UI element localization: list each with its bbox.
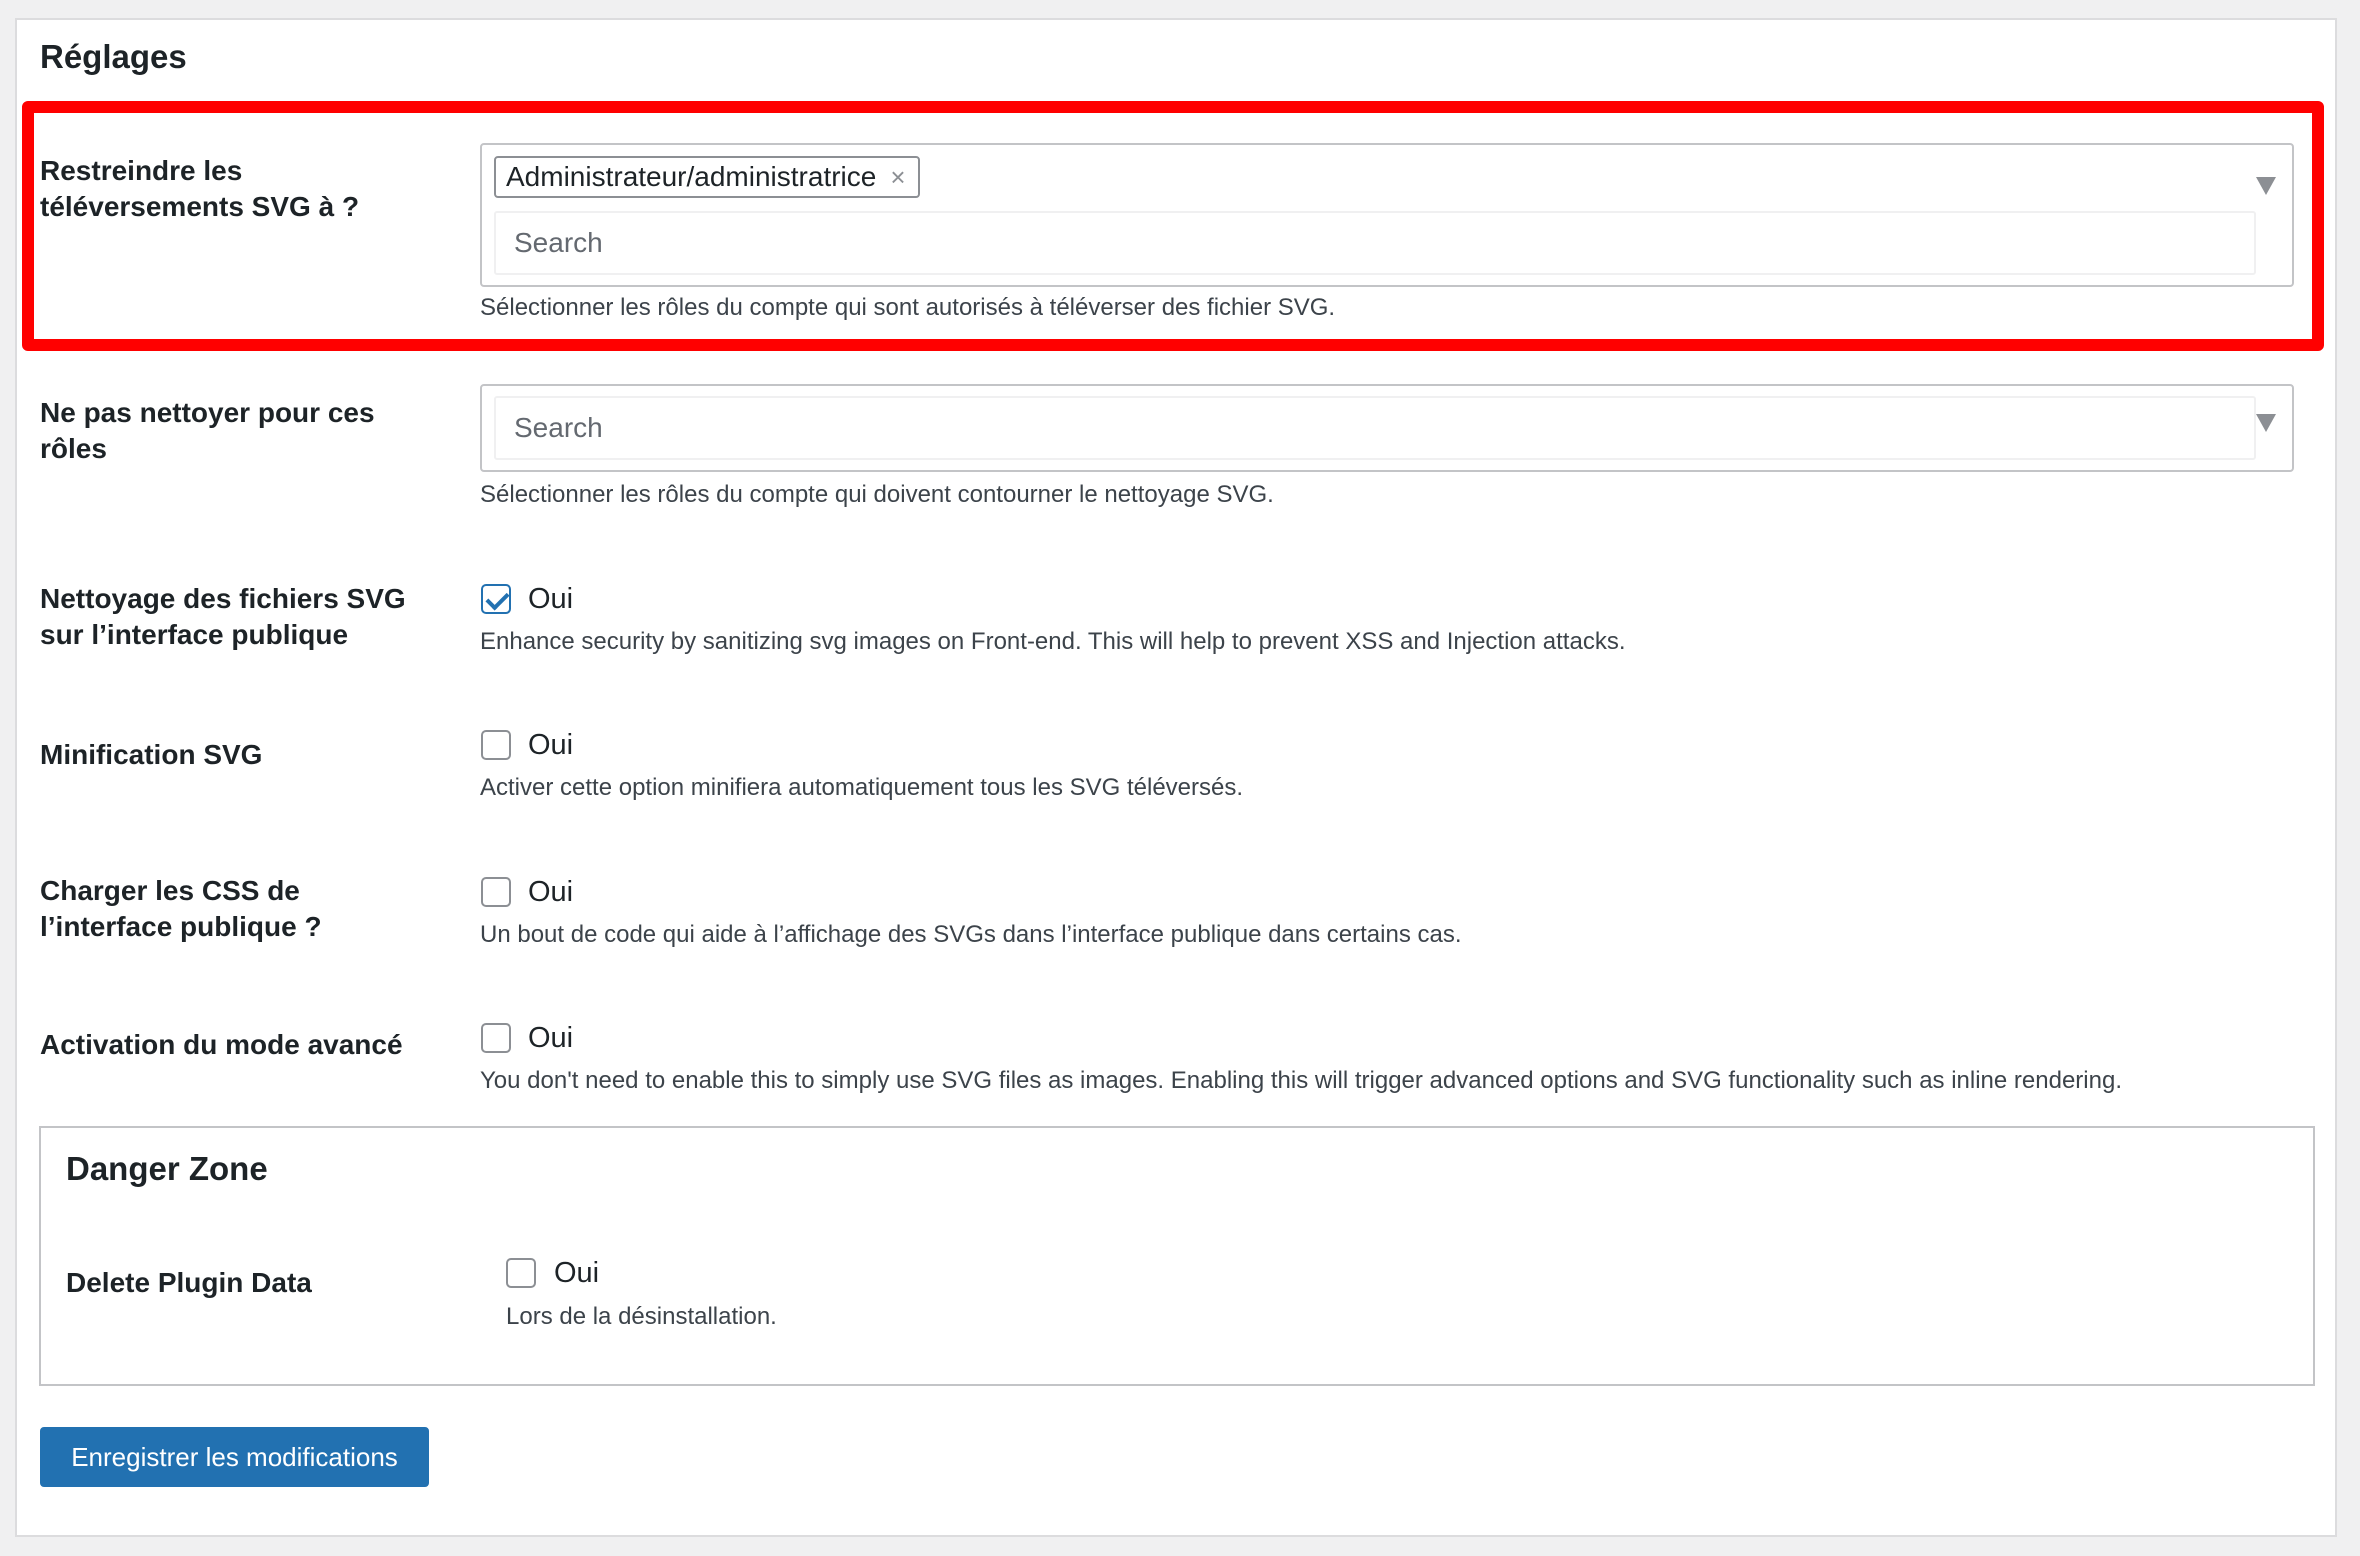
delete-plugin-data-checkbox[interactable] (506, 1258, 536, 1288)
restrict-uploads-description: Sélectionner les rôles du compte qui son… (480, 294, 1336, 321)
no-sanitize-label: Ne pas nettoyer pour ces rôles (40, 395, 450, 467)
no-sanitize-label-line1: Ne pas nettoyer pour ces (40, 397, 375, 428)
page-title: Réglages (40, 38, 187, 75)
minify-checkbox[interactable] (481, 730, 511, 760)
frontend-sanitize-label: Nettoyage des fichiers SVG sur l’interfa… (40, 581, 450, 653)
delete-plugin-data-description: Lors de la désinstallation. (506, 1303, 777, 1330)
restrict-uploads-select[interactable]: Administrateur/administratrice × (480, 143, 2294, 287)
no-sanitize-label-line2: rôles (40, 433, 107, 464)
advanced-mode-checkbox-label[interactable]: Oui (528, 1022, 573, 1055)
minify-label: Minification SVG (40, 739, 263, 770)
remove-role-icon[interactable]: × (890, 162, 905, 193)
selected-role-label: Administrateur/administratrice (506, 161, 877, 192)
frontend-css-label: Charger les CSS de l’interface publique … (40, 873, 450, 945)
restrict-uploads-search-input[interactable] (494, 211, 2256, 275)
minify-checkbox-label[interactable]: Oui (528, 729, 573, 762)
frontend-sanitize-label-line1: Nettoyage des fichiers SVG (40, 583, 406, 614)
frontend-sanitize-label-line2: sur l’interface publique (40, 619, 349, 650)
restrict-uploads-label: Restreindre les téléversements SVG à ? (40, 153, 450, 225)
minify-description: Activer cette option minifiera automatiq… (480, 774, 1244, 801)
no-sanitize-description: Sélectionner les rôles du compte qui doi… (480, 481, 1274, 508)
frontend-sanitize-checkbox-label[interactable]: Oui (528, 583, 573, 616)
danger-zone-title: Danger Zone (66, 1150, 268, 1187)
save-changes-button[interactable]: Enregistrer les modifications (40, 1427, 429, 1487)
frontend-css-label-line1: Charger les CSS de (40, 875, 300, 906)
frontend-sanitize-description: Enhance security by sanitizing svg image… (480, 628, 1626, 655)
selected-role-chip: Administrateur/administratrice × (494, 156, 920, 198)
chevron-down-icon[interactable] (2256, 414, 2276, 432)
frontend-css-checkbox-label[interactable]: Oui (528, 876, 573, 909)
frontend-css-checkbox[interactable] (481, 877, 511, 907)
frontend-sanitize-checkbox[interactable] (481, 584, 511, 614)
chevron-down-icon[interactable] (2256, 177, 2276, 195)
checkmark-icon (485, 586, 510, 611)
no-sanitize-select[interactable] (480, 384, 2294, 472)
delete-plugin-data-label: Delete Plugin Data (66, 1267, 312, 1298)
frontend-css-description: Un bout de code qui aide à l’affichage d… (480, 921, 1462, 948)
advanced-mode-label: Activation du mode avancé (40, 1029, 403, 1060)
no-sanitize-search-input[interactable] (494, 396, 2256, 460)
danger-zone-box (39, 1126, 2315, 1386)
restrict-uploads-label-line1: Restreindre les (40, 155, 243, 186)
advanced-mode-description: You don't need to enable this to simply … (480, 1067, 2122, 1094)
frontend-css-label-line2: l’interface publique ? (40, 911, 322, 942)
restrict-uploads-label-line2: téléversements SVG à ? (40, 191, 360, 222)
advanced-mode-checkbox[interactable] (481, 1023, 511, 1053)
delete-plugin-data-checkbox-label[interactable]: Oui (554, 1257, 599, 1290)
